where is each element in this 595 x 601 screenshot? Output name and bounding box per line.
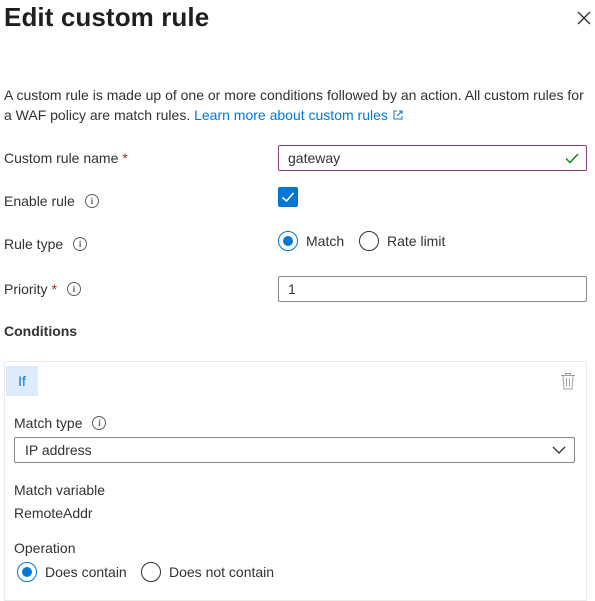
priority-input[interactable]: 1: [278, 276, 587, 302]
external-link-icon: [393, 110, 403, 120]
learn-more-label: Learn more about custom rules: [194, 107, 388, 123]
custom-rule-name-label: Custom rule name *: [4, 150, 128, 166]
close-button[interactable]: [572, 6, 595, 30]
rule-type-label: Rule type i: [4, 236, 88, 252]
if-badge: If: [6, 366, 38, 396]
radio-unselected[interactable]: [359, 231, 379, 251]
info-icon[interactable]: i: [92, 416, 107, 430]
operation-does-not-contain-option[interactable]: Does not contain: [141, 562, 274, 582]
radio-selected[interactable]: [278, 231, 298, 251]
custom-rule-name-input[interactable]: gateway: [278, 145, 587, 171]
match-type-label: Match type i: [14, 415, 107, 431]
match-variable-label: Match variable: [14, 482, 106, 498]
rule-type-rate-limit-option[interactable]: Rate limit: [359, 231, 445, 251]
radio-selected[interactable]: [17, 562, 37, 582]
panel-title: Edit custom rule: [4, 2, 210, 32]
chevron-down-icon: [552, 446, 566, 454]
required-marker: *: [51, 281, 58, 297]
enable-rule-label: Enable rule i: [4, 193, 99, 209]
required-marker: *: [122, 150, 128, 166]
match-variable-value: RemoteAddr: [14, 505, 93, 521]
checkmark-icon: [281, 192, 295, 203]
rule-type-match-option[interactable]: Match: [278, 231, 344, 251]
delete-icon: [561, 373, 575, 390]
info-icon[interactable]: i: [67, 282, 82, 296]
priority-label: Priority * i: [4, 281, 82, 297]
checkmark-icon: [565, 153, 579, 164]
operation-label: Operation: [14, 540, 76, 556]
info-icon[interactable]: i: [73, 237, 88, 251]
delete-condition-button[interactable]: [560, 372, 576, 395]
match-type-dropdown[interactable]: IP address: [14, 437, 575, 463]
operation-does-contain-option[interactable]: Does contain: [17, 562, 127, 582]
radio-unselected[interactable]: [141, 562, 161, 582]
info-icon[interactable]: i: [84, 194, 99, 208]
close-icon: [577, 11, 591, 25]
learn-more-link[interactable]: Learn more about custom rules: [194, 107, 404, 123]
enable-rule-checkbox[interactable]: [278, 187, 298, 207]
panel-description: A custom rule is made up of one or more …: [4, 85, 589, 125]
conditions-heading: Conditions: [4, 323, 78, 339]
